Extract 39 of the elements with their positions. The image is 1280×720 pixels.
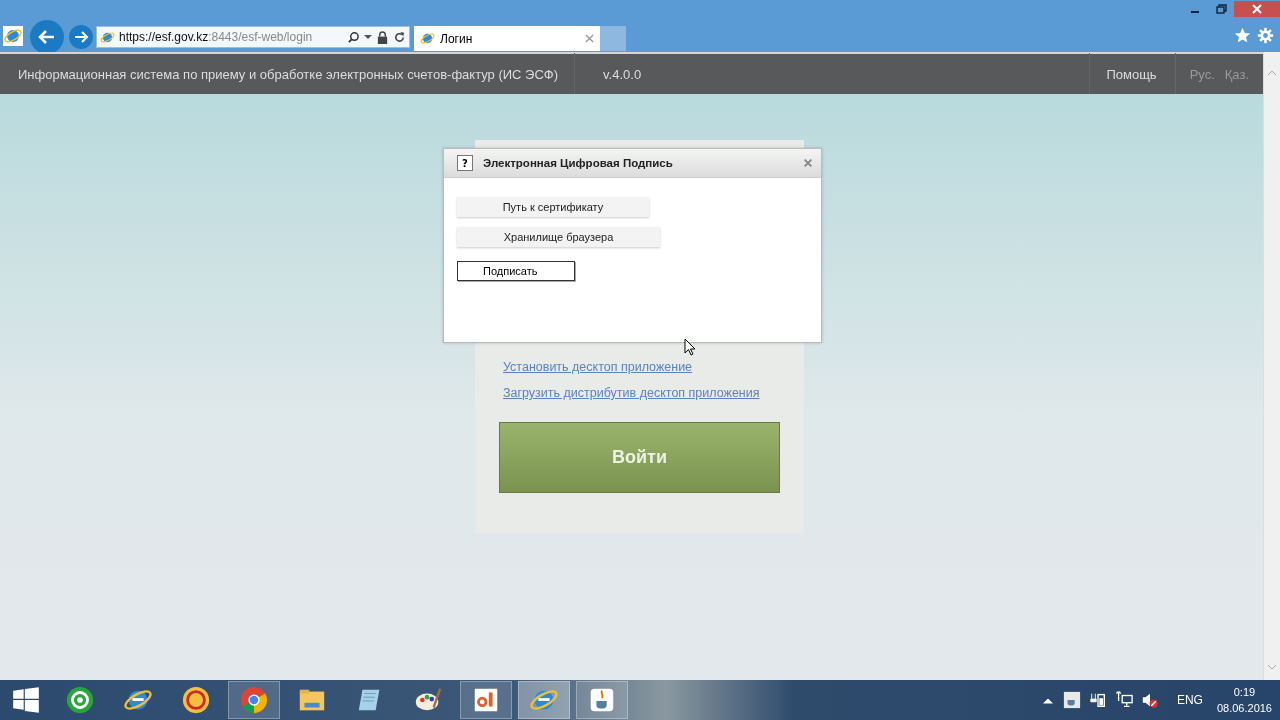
lock-icon[interactable]	[376, 30, 389, 44]
show-hidden-icons-icon[interactable]	[1042, 696, 1053, 704]
close-icon[interactable]	[803, 158, 813, 168]
input-language-label[interactable]: ENG	[1176, 693, 1203, 707]
speaker-muted-icon[interactable]	[1140, 691, 1159, 709]
clock-date: 08.06.2016	[1216, 701, 1272, 716]
taskbar-app-button[interactable]	[576, 681, 628, 719]
option-button[interactable]: Хранилище браузера	[457, 227, 660, 247]
address-bar[interactable]: https://esf.gov.kz:8443/esf-web/login	[96, 26, 410, 48]
close-icon[interactable]	[585, 34, 594, 43]
settings-icon[interactable]	[1257, 27, 1274, 44]
clock[interactable]: 0:19 08.06.2016	[1216, 684, 1272, 716]
network-icon[interactable]	[1114, 691, 1133, 709]
favorites-star-icon[interactable]	[1234, 27, 1251, 44]
url-text: https://esf.gov.kz:8443/esf-web/login	[119, 30, 314, 44]
taskbar-app-button[interactable]	[460, 681, 512, 719]
help-link[interactable]: Помощь	[1090, 66, 1175, 82]
system-title: Информационная система по приему и обработке электронных счетов-фактур (ИС ЭСФ)	[17, 66, 560, 82]
browser-logo-icon	[3, 26, 23, 46]
search-icon[interactable]	[347, 30, 360, 44]
clock-time: 0:19	[1233, 685, 1256, 700]
start-button[interactable]	[12, 686, 40, 714]
power-icon[interactable]	[1088, 691, 1107, 709]
refresh-icon[interactable]	[393, 30, 406, 44]
forward-button[interactable]	[69, 25, 93, 49]
sign-button[interactable]: Подписать	[457, 261, 575, 281]
site-icon	[420, 31, 435, 46]
back-button[interactable]	[30, 20, 64, 54]
version-label: v.4.0.0	[602, 66, 643, 82]
dropdown-icon[interactable]	[364, 33, 372, 41]
browser-tab[interactable]: Логин	[414, 26, 600, 51]
help-button[interactable]: ?	[457, 155, 473, 171]
taskbar-app-button[interactable]	[228, 681, 280, 719]
close-button[interactable]	[1234, 1, 1280, 17]
coffee-cup-icon[interactable]	[1062, 691, 1081, 709]
ring-logo-icon	[181, 685, 211, 715]
dialog-title: Электронная Цифровая Подпись	[483, 157, 674, 169]
chrome-icon	[239, 685, 269, 715]
option-button[interactable]: Путь к сертификату	[457, 197, 649, 217]
